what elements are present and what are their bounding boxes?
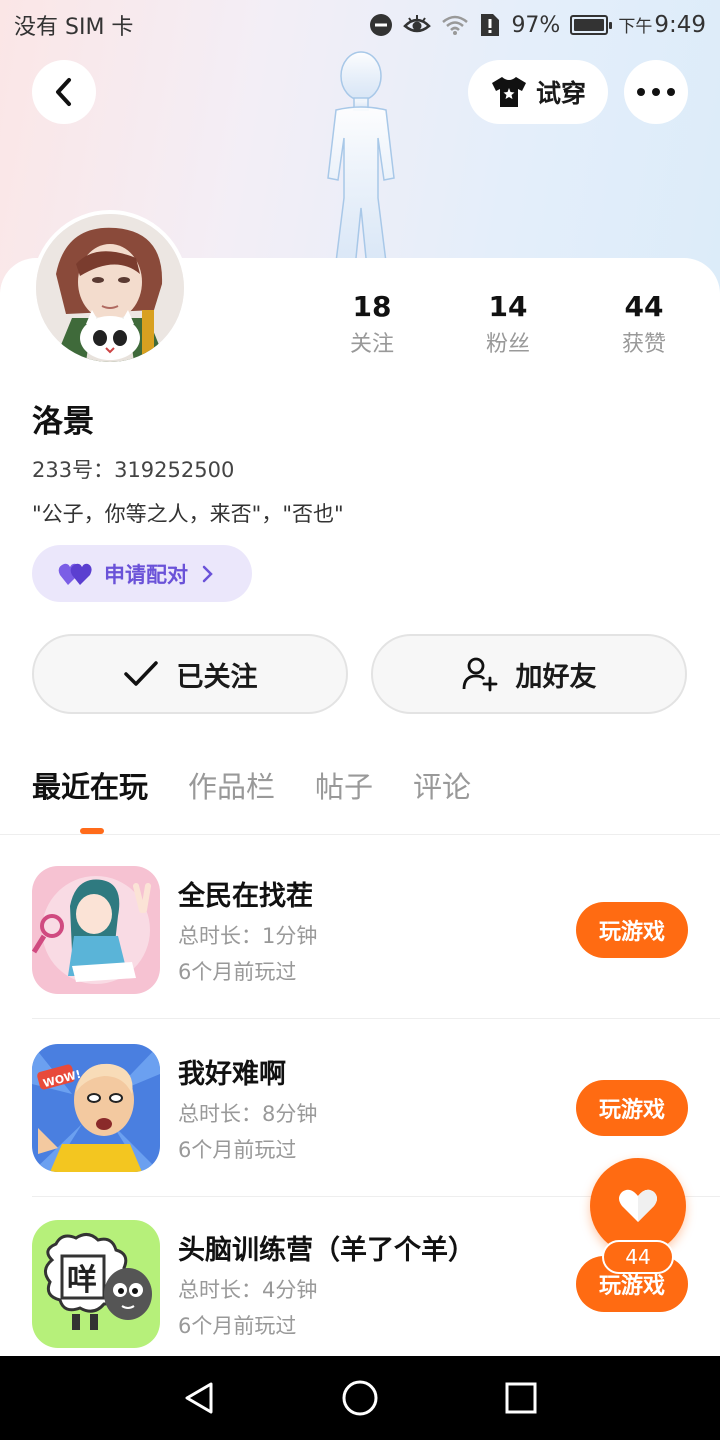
game-duration: 总时长：8分钟 [178, 1102, 318, 1126]
tshirt-icon [491, 77, 526, 107]
stat-number: 18 [352, 290, 392, 323]
recent-apps-square-icon[interactable] [503, 1380, 539, 1416]
more-options-button[interactable] [624, 60, 688, 124]
game-name: 我好难啊 [178, 1059, 286, 1090]
game-last-played: 6个月前玩过 [178, 960, 297, 984]
game-name: 头脑训练营（羊了个羊） [178, 1235, 475, 1266]
apply-pairing-button[interactable]: 申请配对 [32, 545, 252, 602]
game-last-played: 6个月前玩过 [178, 1138, 297, 1162]
back-triangle-icon[interactable] [181, 1380, 217, 1416]
user-id: 233号：319252500 [32, 458, 235, 482]
3d-avatar-figure [327, 51, 395, 278]
tab-recently-played[interactable]: 最近在玩 [32, 764, 148, 820]
stat-number: 44 [624, 290, 664, 323]
battery-percent: 97% [511, 12, 561, 38]
home-circle-icon[interactable] [340, 1378, 380, 1418]
checkmark-icon [123, 661, 158, 686]
profile-stats: 18 关注 14 粉丝 44 获赞 [304, 288, 712, 364]
stat-likes[interactable]: 44 获赞 [576, 288, 712, 364]
play-game-button[interactable]: 玩游戏 [576, 1080, 688, 1136]
double-heart-icon [58, 563, 92, 585]
following-label: 已关注 [176, 661, 258, 693]
add-user-icon [462, 657, 497, 692]
stat-label: 粉丝 [485, 332, 530, 357]
username: 洛景 [32, 404, 94, 440]
user-bio: "公子，你等之人，来否"，"否也" [32, 502, 344, 526]
chevron-left-icon [56, 78, 71, 106]
back-button[interactable] [32, 60, 96, 124]
tabs-divider [0, 834, 720, 835]
game-duration: 总时长：1分钟 [178, 924, 318, 948]
eye-comfort-icon [403, 14, 432, 36]
stat-label: 获赞 [621, 332, 666, 357]
clock-ampm: 下午 [618, 17, 653, 37]
play-game-button[interactable]: 玩游戏 [576, 902, 688, 958]
add-friend-label: 加好友 [515, 661, 597, 693]
avatar-illustration [36, 214, 184, 362]
like-count-badge: 44 [602, 1240, 674, 1274]
do-not-disturb-icon [369, 13, 393, 37]
game-icon: WOW! [32, 1044, 160, 1172]
stat-label: 关注 [349, 332, 394, 357]
more-dots-icon [637, 88, 675, 96]
game-duration: 总时长：4分钟 [178, 1278, 318, 1302]
stat-following[interactable]: 18 关注 [304, 288, 440, 364]
carrier-text: 没有 SIM 卡 [14, 15, 134, 40]
wifi-icon [441, 14, 469, 36]
stat-followers[interactable]: 14 粉丝 [440, 288, 576, 364]
game-last-played: 6个月前玩过 [178, 1314, 297, 1338]
status-bar: 没有 SIM 卡 97% 下午 9:49 [0, 0, 720, 50]
list-item[interactable]: 咩 头脑训练营（羊了个羊） 总时长：4分钟 6个月前玩过 玩游戏 [32, 1220, 688, 1350]
stat-number: 14 [488, 290, 528, 323]
clock: 下午 9:49 [618, 12, 706, 38]
tab-comments[interactable]: 评论 [413, 764, 471, 820]
heart-icon [619, 1189, 657, 1222]
try-on-button[interactable]: 试穿 [468, 60, 608, 124]
user-avatar[interactable] [32, 210, 188, 366]
list-item[interactable]: 全民在找茬 总时长：1分钟 6个月前玩过 玩游戏 [32, 866, 688, 996]
try-on-label: 试穿 [535, 79, 586, 108]
list-divider [32, 1018, 720, 1019]
tab-posts[interactable]: 帖子 [315, 764, 373, 820]
game-icon: 咩 [32, 1220, 160, 1348]
following-button[interactable]: 已关注 [32, 634, 348, 714]
alert-icon [479, 13, 501, 37]
profile-tabs: 最近在玩 作品栏 帖子 评论 [32, 764, 471, 820]
chevron-right-icon [202, 565, 213, 582]
tab-works[interactable]: 作品栏 [188, 764, 275, 820]
apply-pairing-label: 申请配对 [104, 562, 188, 587]
game-name: 全民在找茬 [178, 881, 313, 912]
system-navigation-bar [0, 1356, 720, 1440]
list-item[interactable]: WOW! 我好难啊 总时长：8分钟 6个月前玩过 玩游戏 [32, 1044, 688, 1174]
game-icon [32, 866, 160, 994]
add-friend-button[interactable]: 加好友 [371, 634, 687, 714]
sheep-char-text: 咩 [67, 1263, 97, 1298]
clock-time: 9:49 [654, 12, 706, 38]
battery-icon [570, 15, 613, 35]
